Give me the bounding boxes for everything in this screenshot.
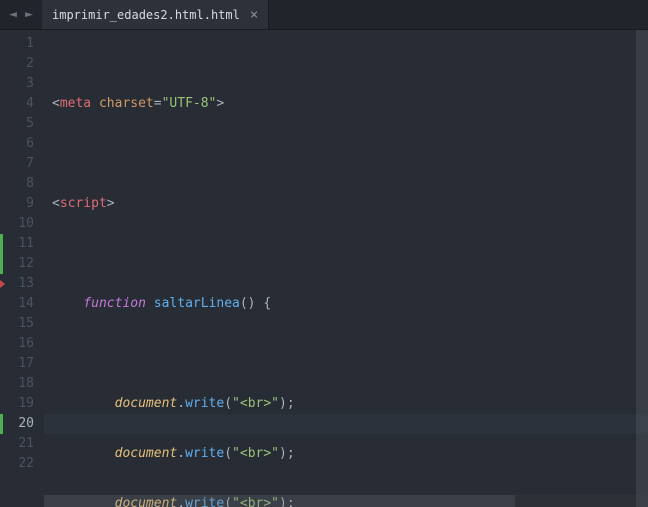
line-number: 12 [0,254,44,274]
line-number: 11 [0,234,44,254]
nav-forward-icon[interactable]: ► [22,8,36,22]
code-line: document.write("<br>"); [52,444,648,464]
code-line: <meta charset="UTF-8"> [52,94,648,114]
mod-marker [0,234,3,274]
line-number: 1 [0,34,44,54]
close-icon[interactable]: × [250,8,258,22]
file-tab[interactable]: imprimir_edades2.html.html × [42,0,269,29]
line-number: 7 [0,154,44,174]
tab-bar: ◄ ► imprimir_edades2.html.html × [0,0,648,30]
scrollbar-thumb[interactable] [44,495,515,507]
line-number: 13 [0,274,44,294]
code-area[interactable]: <meta charset="UTF-8"> <script> function… [44,30,648,507]
line-number: 8 [0,174,44,194]
gutter: 1 2 3 4 5 6 7 8 9 10 11 12 13 14 15 16 1… [0,30,44,507]
line-number: 9 [0,194,44,214]
code-line: <script> [52,194,648,214]
scrollbar-vertical[interactable] [636,30,648,507]
nav-back-icon[interactable]: ◄ [6,8,20,22]
line-number: 14 [0,294,44,314]
editor: 1 2 3 4 5 6 7 8 9 10 11 12 13 14 15 16 1… [0,30,648,507]
line-number: 22 [0,454,44,474]
code-line: function saltarLinea() { [52,294,648,314]
tab-filename: imprimir_edades2.html.html [52,8,240,22]
line-number: 16 [0,334,44,354]
code-line [52,244,648,264]
line-number: 5 [0,114,44,134]
code-line [52,144,648,164]
code-line [52,344,648,364]
line-number: 2 [0,54,44,74]
nav-arrows: ◄ ► [0,0,42,29]
fold-arrow-icon[interactable] [0,279,5,289]
line-number: 17 [0,354,44,374]
mod-marker [0,414,3,434]
line-number: 6 [0,134,44,154]
scrollbar-thumb[interactable] [636,30,648,507]
line-number: 18 [0,374,44,394]
line-number: 15 [0,314,44,334]
line-number: 19 [0,394,44,414]
line-number: 10 [0,214,44,234]
line-number: 3 [0,74,44,94]
active-line-highlight [44,414,648,434]
scrollbar-horizontal[interactable] [44,495,648,507]
line-number: 20 [0,414,44,434]
code-line: document.write("<br>"); [52,394,648,414]
line-number: 4 [0,94,44,114]
line-number: 21 [0,434,44,454]
